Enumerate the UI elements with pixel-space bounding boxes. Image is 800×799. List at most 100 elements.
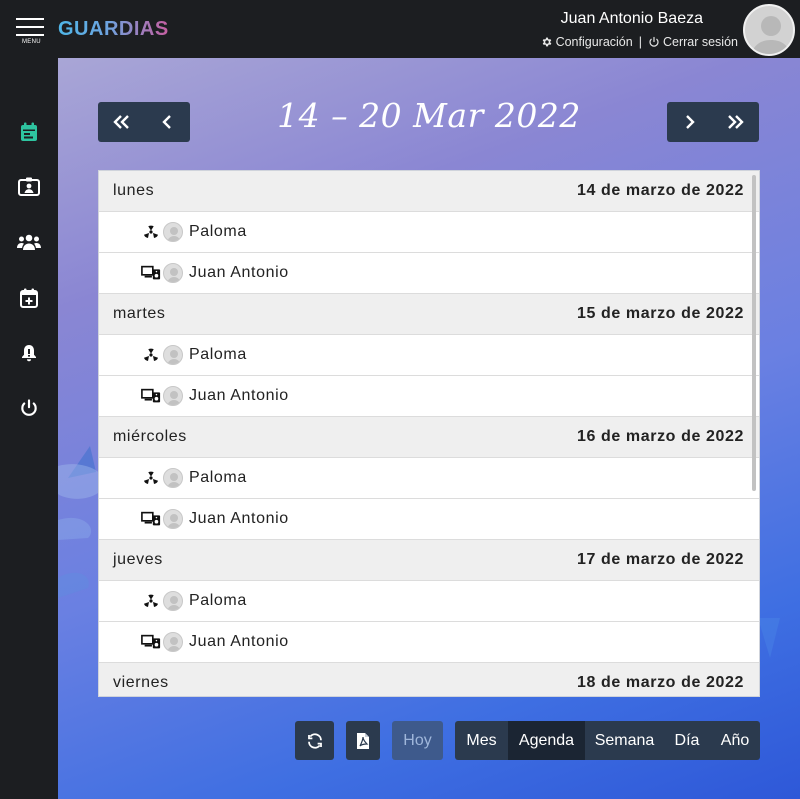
day-group: jueves 17 de marzo de 2022 Paloma Juan A… — [99, 540, 759, 663]
person-avatar — [163, 345, 183, 365]
day-name: martes — [113, 305, 166, 322]
devices-icon — [141, 264, 161, 282]
hamburger-icon-bar — [16, 34, 44, 36]
nav-next-group — [667, 102, 759, 142]
agenda-event[interactable]: Paloma — [99, 335, 759, 376]
devices-icon — [141, 387, 161, 405]
day-group: martes 15 de marzo de 2022 Paloma Juan A… — [99, 294, 759, 417]
day-date: 17 de marzo de 2022 — [576, 551, 744, 568]
bell-icon — [22, 345, 36, 362]
day-name: jueves — [113, 551, 163, 568]
view-agenda-button[interactable]: Agenda — [508, 721, 585, 760]
view-switcher: Mes Agenda Semana Día Año — [455, 721, 760, 760]
day-group: lunes 14 de marzo de 2022 Paloma Juan An… — [99, 171, 759, 294]
sidebar-item-contact-card[interactable] — [14, 172, 44, 202]
nav-prev-group — [98, 102, 190, 142]
chevron-left-icon — [162, 115, 171, 129]
hamburger-icon — [16, 18, 44, 20]
person-name: Paloma — [189, 346, 247, 363]
view-day-button[interactable]: Día — [664, 721, 710, 760]
today-button[interactable]: Hoy — [392, 721, 443, 760]
day-header: jueves 17 de marzo de 2022 — [99, 540, 759, 581]
radiation-icon — [141, 469, 161, 487]
person-name: Juan Antonio — [189, 633, 289, 650]
prev-prev-button[interactable] — [98, 102, 144, 142]
agenda-event[interactable]: Juan Antonio — [99, 499, 759, 540]
double-chevron-left-icon — [113, 115, 129, 129]
brand-logo[interactable]: GUARDIAS — [58, 18, 169, 41]
sidebar-item-users[interactable] — [14, 227, 44, 257]
person-avatar — [163, 591, 183, 611]
person-name: Juan Antonio — [189, 387, 289, 404]
person-avatar — [163, 632, 183, 652]
view-year-button[interactable]: Año — [710, 721, 760, 760]
gear-icon — [542, 37, 551, 47]
user-avatar[interactable] — [743, 4, 795, 56]
day-group: miércoles 16 de marzo de 2022 Paloma Jua… — [99, 417, 759, 540]
person-avatar — [163, 468, 183, 488]
sidebar-item-notifications[interactable] — [14, 338, 44, 368]
view-week-button[interactable]: Semana — [585, 721, 664, 760]
view-month-button[interactable]: Mes — [455, 721, 508, 760]
power-icon — [21, 399, 37, 416]
sidebar — [0, 58, 58, 799]
agenda-event[interactable]: Juan Antonio — [99, 253, 759, 294]
radiation-icon — [141, 592, 161, 610]
agenda-event[interactable]: Paloma — [99, 581, 759, 622]
menu-button[interactable]: MENU — [16, 18, 46, 48]
links-separator: | — [638, 35, 642, 49]
next-next-button[interactable] — [713, 102, 759, 142]
sidebar-item-power[interactable] — [14, 393, 44, 423]
main-area: 14 – 20 Mar 2022 lunes 14 de marzo de 20… — [58, 58, 800, 799]
refresh-icon — [307, 732, 322, 749]
day-group: viernes 18 de marzo de 2022 — [99, 663, 759, 696]
user-links: Configuración | Cerrar sesión — [541, 35, 738, 49]
day-date: 18 de marzo de 2022 — [576, 674, 744, 691]
prev-button[interactable] — [144, 102, 190, 142]
day-date: 15 de marzo de 2022 — [576, 305, 744, 322]
settings-link[interactable]: Configuración — [541, 35, 633, 49]
power-icon — [649, 36, 659, 47]
person-name: Paloma — [189, 592, 247, 609]
users-icon — [17, 234, 41, 250]
chevron-right-icon — [686, 115, 695, 129]
day-header: lunes 14 de marzo de 2022 — [99, 171, 759, 212]
agenda-event[interactable]: Juan Antonio — [99, 376, 759, 417]
agenda-event[interactable]: Paloma — [99, 458, 759, 499]
agenda-event[interactable]: Paloma — [99, 212, 759, 253]
day-date: 16 de marzo de 2022 — [576, 428, 744, 445]
day-header: miércoles 16 de marzo de 2022 — [99, 417, 759, 458]
refresh-button[interactable] — [295, 721, 334, 760]
user-silhouette-icon — [751, 16, 791, 54]
export-pdf-button[interactable] — [346, 721, 380, 760]
menu-label: MENU — [22, 39, 41, 45]
day-header: viernes 18 de marzo de 2022 — [99, 663, 759, 696]
day-name: viernes — [113, 674, 169, 691]
week-title: 14 – 20 Mar 2022 — [277, 96, 581, 135]
person-name: Juan Antonio — [189, 264, 289, 281]
calendar-plus-icon — [20, 288, 38, 308]
sidebar-item-add-event[interactable] — [14, 283, 44, 313]
sidebar-item-calendar[interactable] — [14, 117, 44, 147]
agenda-event[interactable]: Juan Antonio — [99, 622, 759, 663]
settings-label: Configuración — [555, 35, 633, 49]
devices-icon — [141, 510, 161, 528]
agenda-list[interactable]: lunes 14 de marzo de 2022 Paloma Juan An… — [98, 170, 760, 697]
agenda-scrollbar[interactable] — [752, 175, 756, 491]
radiation-icon — [141, 346, 161, 364]
hamburger-icon-bar — [16, 26, 44, 28]
logout-label: Cerrar sesión — [662, 35, 738, 49]
logout-link[interactable]: Cerrar sesión — [648, 35, 738, 49]
next-button[interactable] — [667, 102, 713, 142]
person-avatar — [163, 509, 183, 529]
person-name: Paloma — [189, 223, 247, 240]
person-name: Juan Antonio — [189, 510, 289, 527]
person-name: Paloma — [189, 469, 247, 486]
person-avatar — [163, 386, 183, 406]
devices-icon — [141, 633, 161, 651]
double-chevron-right-icon — [728, 115, 744, 129]
user-name: Juan Antonio Baeza — [560, 10, 703, 27]
top-bar: MENU GUARDIAS Juan Antonio Baeza Configu… — [0, 0, 800, 58]
day-date: 14 de marzo de 2022 — [576, 182, 744, 199]
day-name: lunes — [113, 182, 155, 199]
